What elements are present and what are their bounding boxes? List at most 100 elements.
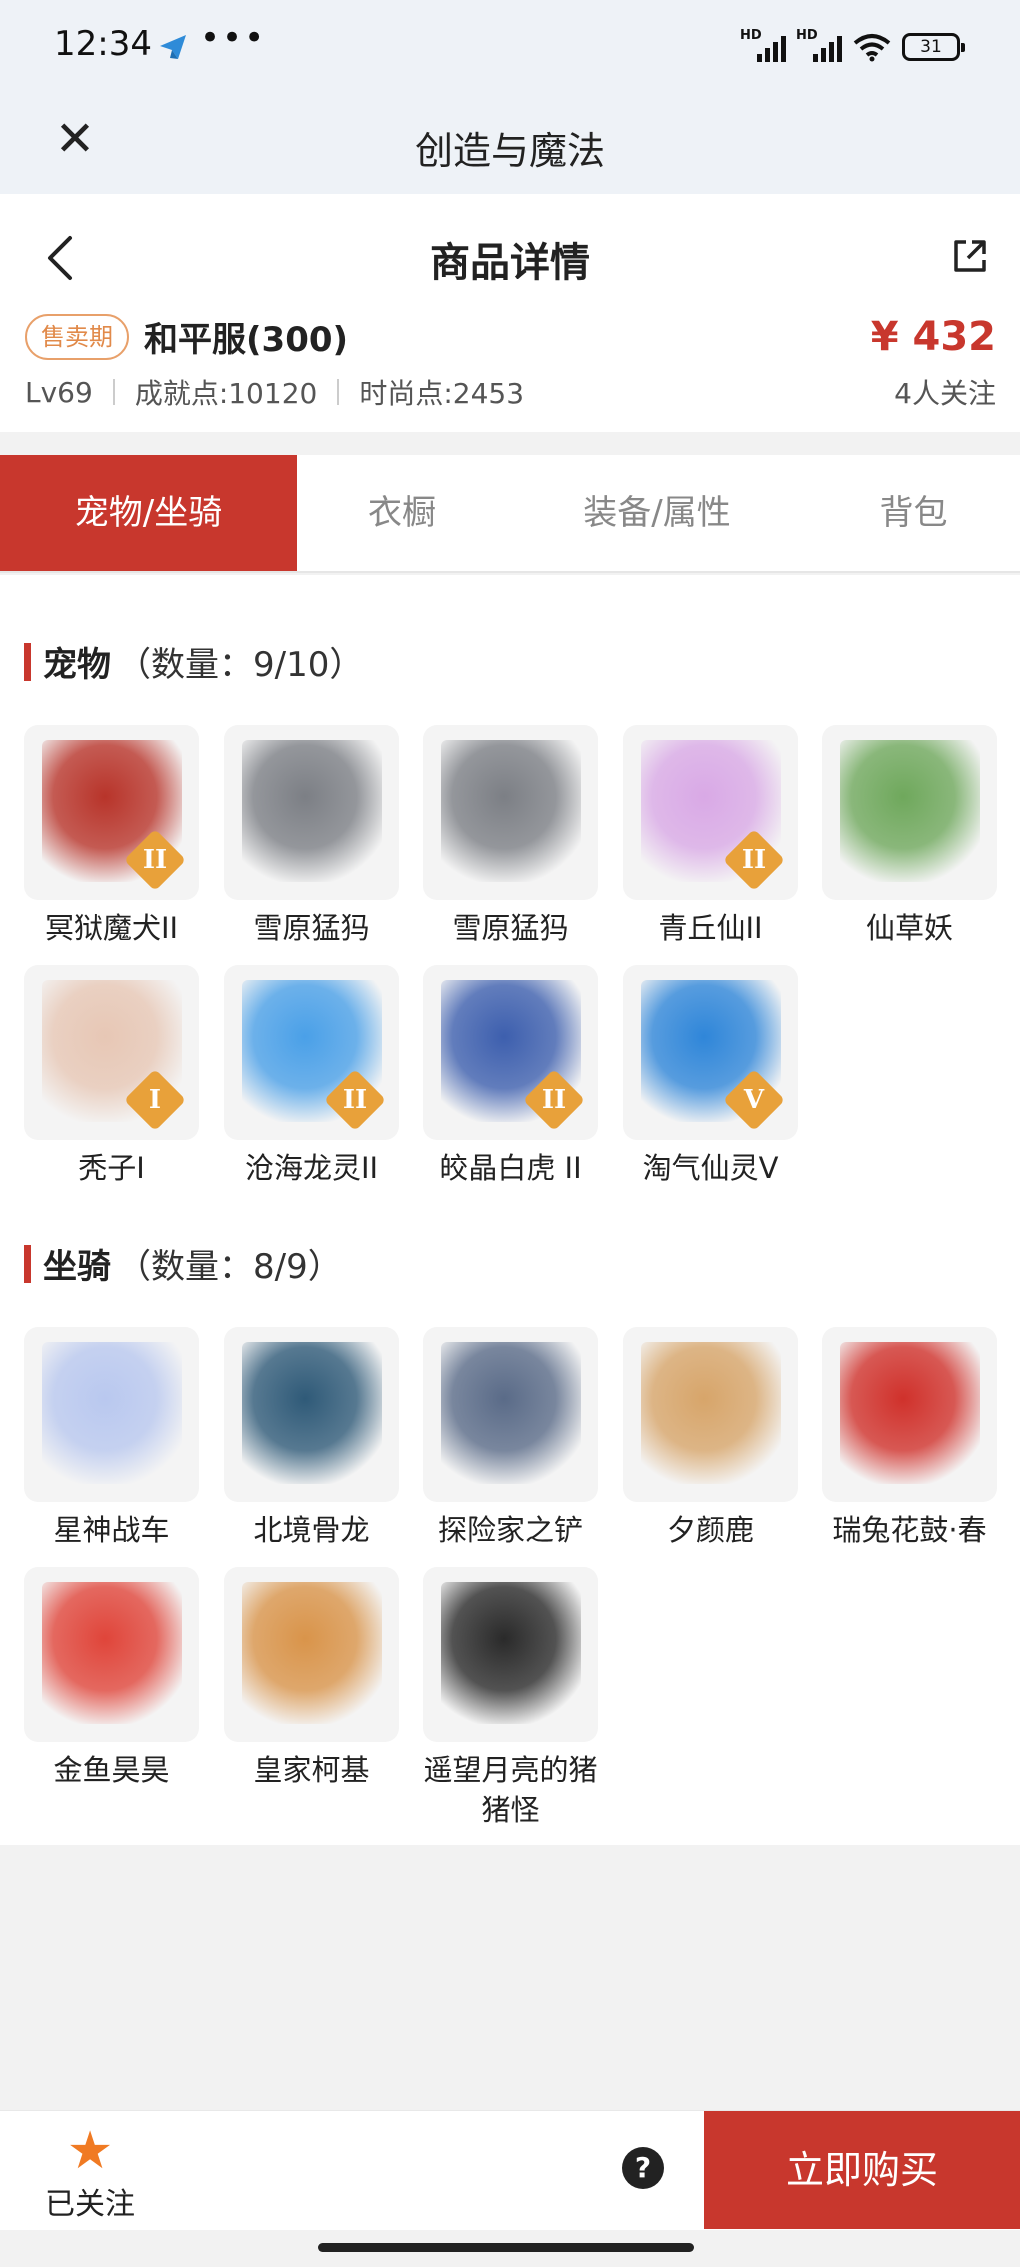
- item-name: 星神战车: [53, 1513, 170, 1547]
- item-image: [42, 1582, 182, 1724]
- status-bar: 12:34 ••• HD HD 31: [0, 0, 1020, 90]
- pets-section-header: 宠物 （数量：9/10）: [24, 637, 363, 686]
- section-marker: [24, 1244, 31, 1283]
- fashion-stat: 时尚点:2453: [359, 377, 525, 410]
- item-thumbnail: [224, 725, 399, 900]
- product-name: 和平服(300): [144, 320, 349, 360]
- app-title: 创造与魔法: [414, 129, 605, 173]
- list-item[interactable]: 雪原猛犸: [224, 725, 399, 948]
- list-item[interactable]: 星神战车: [24, 1327, 199, 1550]
- section-count: （数量：8/9）: [117, 1247, 342, 1287]
- share-icon[interactable]: [950, 236, 990, 276]
- list-item[interactable]: I 秃子I: [24, 965, 199, 1188]
- item-image: [641, 1342, 781, 1484]
- item-image: [42, 1342, 182, 1484]
- send-app-icon: [160, 35, 186, 59]
- page-title: 商品详情: [430, 240, 590, 286]
- item-thumbnail: [24, 1327, 199, 1502]
- list-item[interactable]: II 沧海龙灵II: [224, 965, 399, 1188]
- list-item[interactable]: 仙草妖: [822, 725, 997, 948]
- item-thumbnail: [224, 1327, 399, 1502]
- divider: [112, 379, 115, 405]
- item-thumbnail: [822, 725, 997, 900]
- item-thumbnail: II: [423, 965, 598, 1140]
- list-item[interactable]: 探险家之铲: [423, 1327, 598, 1550]
- tab-backpack[interactable]: 背包: [807, 455, 1020, 571]
- mounts-section-header: 坐骑 （数量：8/9）: [24, 1239, 342, 1288]
- tier-badge: I: [123, 1068, 187, 1132]
- tier-badge: II: [722, 828, 786, 892]
- item-name: 冥狱魔犬II: [44, 911, 179, 945]
- bottom-action-bar: ★ 已关注 ? 立即购买: [0, 2110, 1020, 2230]
- tier-badge: V: [722, 1068, 786, 1132]
- more-notifications-icon: •••: [200, 18, 267, 58]
- account-stats: Lv69 成就点:10120 时尚点:2453: [25, 372, 524, 412]
- divider: [337, 379, 340, 405]
- item-image: [840, 740, 980, 882]
- home-indicator: [318, 2243, 694, 2252]
- app-title-bar: ✕ 创造与魔法: [0, 90, 1020, 194]
- list-item[interactable]: V 淘气仙灵V: [623, 965, 798, 1188]
- tier-badge: II: [123, 828, 187, 892]
- follow-button[interactable]: ★ 已关注: [30, 2123, 150, 2223]
- item-thumbnail: [423, 725, 598, 900]
- follower-count: 4人关注: [894, 377, 996, 410]
- list-item[interactable]: 金鱼昊昊: [24, 1567, 199, 1790]
- section-title: 宠物: [43, 645, 111, 685]
- item-image: [242, 1342, 382, 1484]
- item-image: [242, 1582, 382, 1724]
- item-name: 探险家之铲: [437, 1513, 583, 1547]
- item-name: 皎晶白虎 II: [439, 1151, 582, 1185]
- item-name: 皇家柯基: [253, 1753, 370, 1787]
- status-indicators: HD HD 31: [740, 28, 965, 64]
- list-item[interactable]: 遥望月亮的猪猪怪: [423, 1567, 598, 1830]
- item-name: 淘气仙灵V: [642, 1151, 779, 1185]
- item-name: 雪原猛犸: [253, 911, 370, 945]
- item-thumbnail: I: [24, 965, 199, 1140]
- item-thumbnail: II: [24, 725, 199, 900]
- item-image: [441, 1582, 581, 1724]
- list-item[interactable]: 瑞兔花鼓·春: [822, 1327, 997, 1550]
- section-title: 坐骑: [43, 1247, 111, 1287]
- list-item[interactable]: II 皎晶白虎 II: [423, 965, 598, 1188]
- list-item[interactable]: II 冥狱魔犬II: [24, 725, 199, 948]
- item-name: 雪原猛犸: [452, 911, 569, 945]
- item-thumbnail: [224, 1567, 399, 1742]
- tier-badge: II: [323, 1068, 387, 1132]
- signal-icon: HD: [740, 28, 786, 62]
- tab-wardrobe[interactable]: 衣橱: [297, 455, 507, 571]
- tab-pets-mounts[interactable]: 宠物/坐骑: [0, 455, 297, 571]
- item-image: [441, 1342, 581, 1484]
- achievement-stat: 成就点:10120: [134, 377, 318, 410]
- star-icon: ★: [66, 2121, 114, 2181]
- category-tabs: 宠物/坐骑 衣橱 装备/属性 背包: [0, 455, 1020, 573]
- list-item[interactable]: 北境骨龙: [224, 1327, 399, 1550]
- help-icon[interactable]: ?: [622, 2147, 664, 2189]
- item-name: 瑞兔花鼓·春: [832, 1513, 987, 1547]
- tab-equipment[interactable]: 装备/属性: [507, 455, 807, 571]
- buy-now-button[interactable]: 立即购买: [704, 2111, 1020, 2229]
- item-name: 青丘仙II: [658, 911, 763, 945]
- item-thumbnail: II: [623, 725, 798, 900]
- tier-badge: II: [522, 1068, 586, 1132]
- product-header: 商品详情 售卖期 和平服(300) ¥ 432 Lv69 成就点:10120 时…: [0, 194, 1020, 432]
- section-marker: [24, 642, 31, 681]
- section-count: （数量：9/10）: [117, 645, 364, 685]
- pets-mounts-panel: 宠物 （数量：9/10） II 冥狱魔犬II 雪原猛犸 雪原猛犸 II 青丘仙II 仙草妖 I…: [0, 575, 1020, 1845]
- item-name: 金鱼昊昊: [53, 1753, 170, 1787]
- item-image: [441, 740, 581, 882]
- item-thumbnail: II: [224, 965, 399, 1140]
- list-item[interactable]: 夕颜鹿: [623, 1327, 798, 1550]
- list-item[interactable]: 雪原猛犸: [423, 725, 598, 948]
- wifi-icon: [853, 34, 891, 62]
- level-stat: Lv69: [25, 375, 93, 409]
- list-item[interactable]: II 青丘仙II: [623, 725, 798, 948]
- signal-icon: HD: [796, 28, 842, 62]
- sale-status-badge: 售卖期: [25, 314, 129, 360]
- item-thumbnail: [423, 1327, 598, 1502]
- item-thumbnail: [24, 1567, 199, 1742]
- follow-label: 已关注: [45, 2187, 135, 2222]
- item-thumbnail: V: [623, 965, 798, 1140]
- item-thumbnail: [822, 1327, 997, 1502]
- list-item[interactable]: 皇家柯基: [224, 1567, 399, 1790]
